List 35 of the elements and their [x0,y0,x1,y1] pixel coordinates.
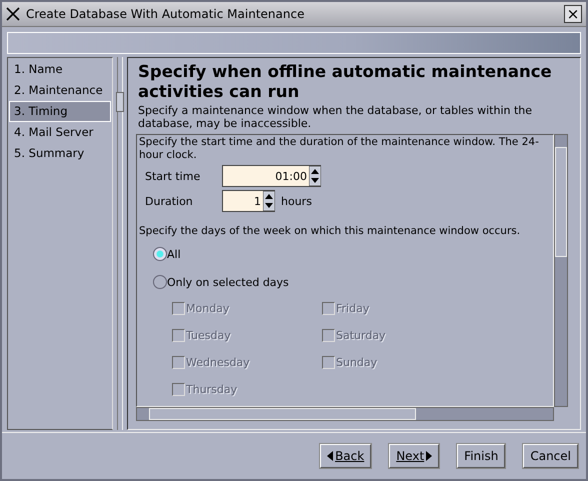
horizontal-scrollbar[interactable] [136,407,554,421]
step-item[interactable]: 3. Timing [9,101,111,122]
next-button[interactable]: Next [389,444,440,468]
right-arrow-icon [426,451,432,461]
radio-option[interactable]: All [153,246,551,262]
days-prompt: Specify the days of the week on which this maintenance window occurs. [139,225,522,238]
step-item[interactable]: 4. Mail Server [9,122,111,143]
field-label: Duration [145,194,194,208]
step-item[interactable]: 1. Name [9,59,111,80]
x-logo-icon [6,7,20,21]
spin-arrows-icon[interactable] [309,166,321,186]
step-item[interactable]: 5. Summary [9,143,111,164]
step-number: 5. [14,146,25,160]
spin-field[interactable]: 01:00 [222,165,321,187]
unit-label: hours [281,194,312,208]
spin-arrows-icon[interactable] [263,191,275,211]
left-arrow-icon [327,451,334,461]
intro-text: Specify the start time and the duration of the maintenance window. The 24-hour clock. [139,136,540,162]
dialog-button[interactable]: Finish [457,444,506,468]
window-title: Create Database With Automatic Maintenance [26,7,306,21]
radio-option[interactable]: Only on selected days [153,274,551,290]
field-label: Start time [145,170,202,182]
step-item[interactable]: 2. Maintenance [9,80,111,101]
spin-field[interactable]: 1 [222,190,275,212]
step-number: 3. [14,104,25,118]
back-button[interactable]: Back [320,444,372,468]
step-number: 2. [14,83,25,97]
page-description: Specify a maintenance window when the database, or tables within the database, may be inaccessible. [138,104,534,130]
vertical-scrollbar[interactable] [554,134,568,407]
close-button[interactable]: × [564,5,582,23]
dialog-button[interactable]: Cancel [523,444,578,468]
step-number: 1. [14,62,25,76]
step-number: 4. [14,125,25,139]
splitter-handle[interactable] [116,92,124,112]
page-heading: Specify when offline automatic maintenance activities can run [138,62,553,102]
